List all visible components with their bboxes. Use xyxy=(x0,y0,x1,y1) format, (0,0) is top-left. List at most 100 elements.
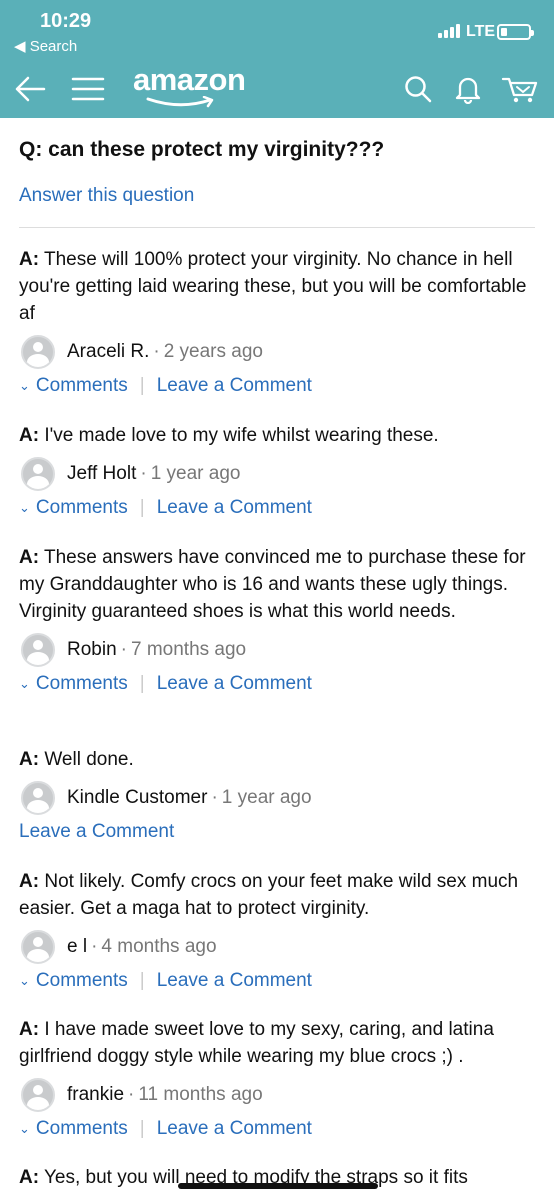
leave-comment-link[interactable]: Leave a Comment xyxy=(19,821,174,843)
chevron-down-icon: ⌄ xyxy=(19,676,30,691)
search-icon[interactable] xyxy=(402,60,434,118)
author-name[interactable]: Robin xyxy=(67,639,117,661)
leave-comment-link[interactable]: Leave a Comment xyxy=(157,970,312,992)
leave-comment-link[interactable]: Leave a Comment xyxy=(157,375,312,397)
logo-smile-icon xyxy=(146,96,214,108)
answer-label: A: xyxy=(19,425,40,446)
comments-link[interactable]: Comments xyxy=(36,673,128,695)
cart-icon[interactable] xyxy=(500,60,540,118)
answer-age: 1 year ago xyxy=(221,787,312,808)
comments-link[interactable]: Comments xyxy=(36,970,128,992)
comment-links: ⌄ Comments | Leave a Comment xyxy=(19,1114,535,1144)
network-label: LTE xyxy=(466,23,496,40)
avatar-icon xyxy=(21,457,55,491)
menu-icon[interactable] xyxy=(70,60,106,118)
separator-dot: · xyxy=(211,787,218,808)
answer-item: A: I have made sweet love to my sexy, ca… xyxy=(19,1016,535,1144)
comment-links: ⌄ Comments | Leave a Comment xyxy=(19,371,535,401)
answer-body: These will 100% protect your virginity. … xyxy=(19,249,527,324)
answer-this-question-link[interactable]: Answer this question xyxy=(19,185,194,207)
answer-age: 2 years ago xyxy=(163,341,263,362)
separator-dot: · xyxy=(128,1084,135,1105)
comments-link[interactable]: Comments xyxy=(36,1118,128,1140)
author-row: e l · 4 months ago xyxy=(19,928,535,966)
avatar-icon xyxy=(21,781,55,815)
author-name[interactable]: e l xyxy=(67,936,87,958)
answer-item: A: Well done. Kindle Customer · 1 year ago… xyxy=(19,746,535,847)
comment-links: Leave a Comment xyxy=(19,817,535,847)
chevron-down-icon: ⌄ xyxy=(19,1121,30,1136)
avatar-icon xyxy=(21,633,55,667)
author-row: Jeff Holt · 1 year ago xyxy=(19,455,535,493)
comment-links: ⌄ Comments | Leave a Comment xyxy=(19,669,535,699)
question-text: can these protect my virginity??? xyxy=(48,138,385,161)
answer-age: 4 months ago xyxy=(101,936,217,957)
back-to-app-button[interactable]: ◀ Search xyxy=(14,37,77,55)
avatar-icon xyxy=(21,335,55,369)
answer-text: A: These answers have convinced me to pu… xyxy=(19,544,535,625)
back-app-label: Search xyxy=(29,38,78,55)
signal-icon xyxy=(438,22,460,38)
answer-text: A: I have made sweet love to my sexy, ca… xyxy=(19,1016,535,1070)
answer-body: Not likely. Comfy crocs on your feet mak… xyxy=(19,871,519,919)
divider xyxy=(19,227,535,228)
answer-label: A: xyxy=(19,749,40,770)
top-navigation: amazon xyxy=(0,60,554,118)
answer-text: A: I've made love to my wife whilst wear… xyxy=(19,422,535,449)
qa-content: Q: can these protect my virginity??? Ans… xyxy=(0,118,554,1200)
notification-bell-icon[interactable] xyxy=(452,60,484,118)
leave-comment-link[interactable]: Leave a Comment xyxy=(157,673,312,695)
chevron-down-icon: ⌄ xyxy=(19,973,30,988)
back-arrow-icon[interactable] xyxy=(12,60,48,118)
link-separator: | xyxy=(139,970,145,991)
answer-label: A: xyxy=(19,547,40,568)
clock: 10:29 xyxy=(40,10,92,32)
answer-age: 7 months ago xyxy=(130,639,247,660)
author-name[interactable]: Kindle Customer xyxy=(67,787,207,809)
answer-text: A: Not likely. Comfy crocs on your feet … xyxy=(19,868,535,922)
author-name[interactable]: frankie xyxy=(67,1084,124,1106)
comment-links: ⌄ Comments | Leave a Comment xyxy=(19,493,535,523)
answer-body: I have made sweet love to my sexy, carin… xyxy=(19,1019,494,1067)
answer-item: A: Not likely. Comfy crocs on your feet … xyxy=(19,868,535,996)
avatar-icon xyxy=(21,930,55,964)
answer-body: Well done. xyxy=(44,749,134,770)
question-title: Q: can these protect my virginity??? xyxy=(19,138,384,162)
chevron-down-icon: ⌄ xyxy=(19,378,30,393)
author-row: frankie · 11 months ago xyxy=(19,1076,535,1114)
answer-item: A: These answers have convinced me to pu… xyxy=(19,544,535,699)
leave-comment-link[interactable]: Leave a Comment xyxy=(157,1118,312,1140)
link-separator: | xyxy=(139,1118,145,1139)
answer-label: A: xyxy=(19,249,40,270)
answer-label: A: xyxy=(19,1167,40,1188)
answer-label: A: xyxy=(19,871,40,892)
comments-link[interactable]: Comments xyxy=(36,497,128,519)
separator-dot: · xyxy=(153,341,160,362)
link-separator: | xyxy=(139,375,145,396)
answer-label: A: xyxy=(19,1019,40,1040)
answer-body: These answers have convinced me to purch… xyxy=(19,547,526,622)
avatar-icon xyxy=(21,1078,55,1112)
back-triangle-icon: ◀ xyxy=(14,38,30,55)
answer-body: I've made love to my wife whilst wearing… xyxy=(44,425,439,446)
answer-item: A: These will 100% protect your virginit… xyxy=(19,246,535,401)
author-row: Kindle Customer · 1 year ago xyxy=(19,779,535,817)
chevron-down-icon: ⌄ xyxy=(19,500,30,515)
answer-age: 1 year ago xyxy=(150,463,241,484)
leave-comment-link[interactable]: Leave a Comment xyxy=(157,497,312,519)
home-indicator[interactable] xyxy=(178,1183,378,1189)
comments-link[interactable]: Comments xyxy=(36,375,128,397)
author-row: Araceli R. · 2 years ago xyxy=(19,333,535,371)
amazon-logo[interactable]: amazon xyxy=(133,62,246,98)
link-separator: | xyxy=(139,497,145,518)
question-label: Q: xyxy=(19,138,43,161)
author-row: Robin · 7 months ago xyxy=(19,631,535,669)
answer-text: A: Well done. xyxy=(19,746,535,773)
answer-text: A: These will 100% protect your virginit… xyxy=(19,246,535,327)
comment-links: ⌄ Comments | Leave a Comment xyxy=(19,966,535,996)
author-name[interactable]: Jeff Holt xyxy=(67,463,136,485)
separator-dot: · xyxy=(91,936,98,957)
author-name[interactable]: Araceli R. xyxy=(67,341,149,363)
link-separator: | xyxy=(139,673,145,694)
separator-dot: · xyxy=(140,463,147,484)
